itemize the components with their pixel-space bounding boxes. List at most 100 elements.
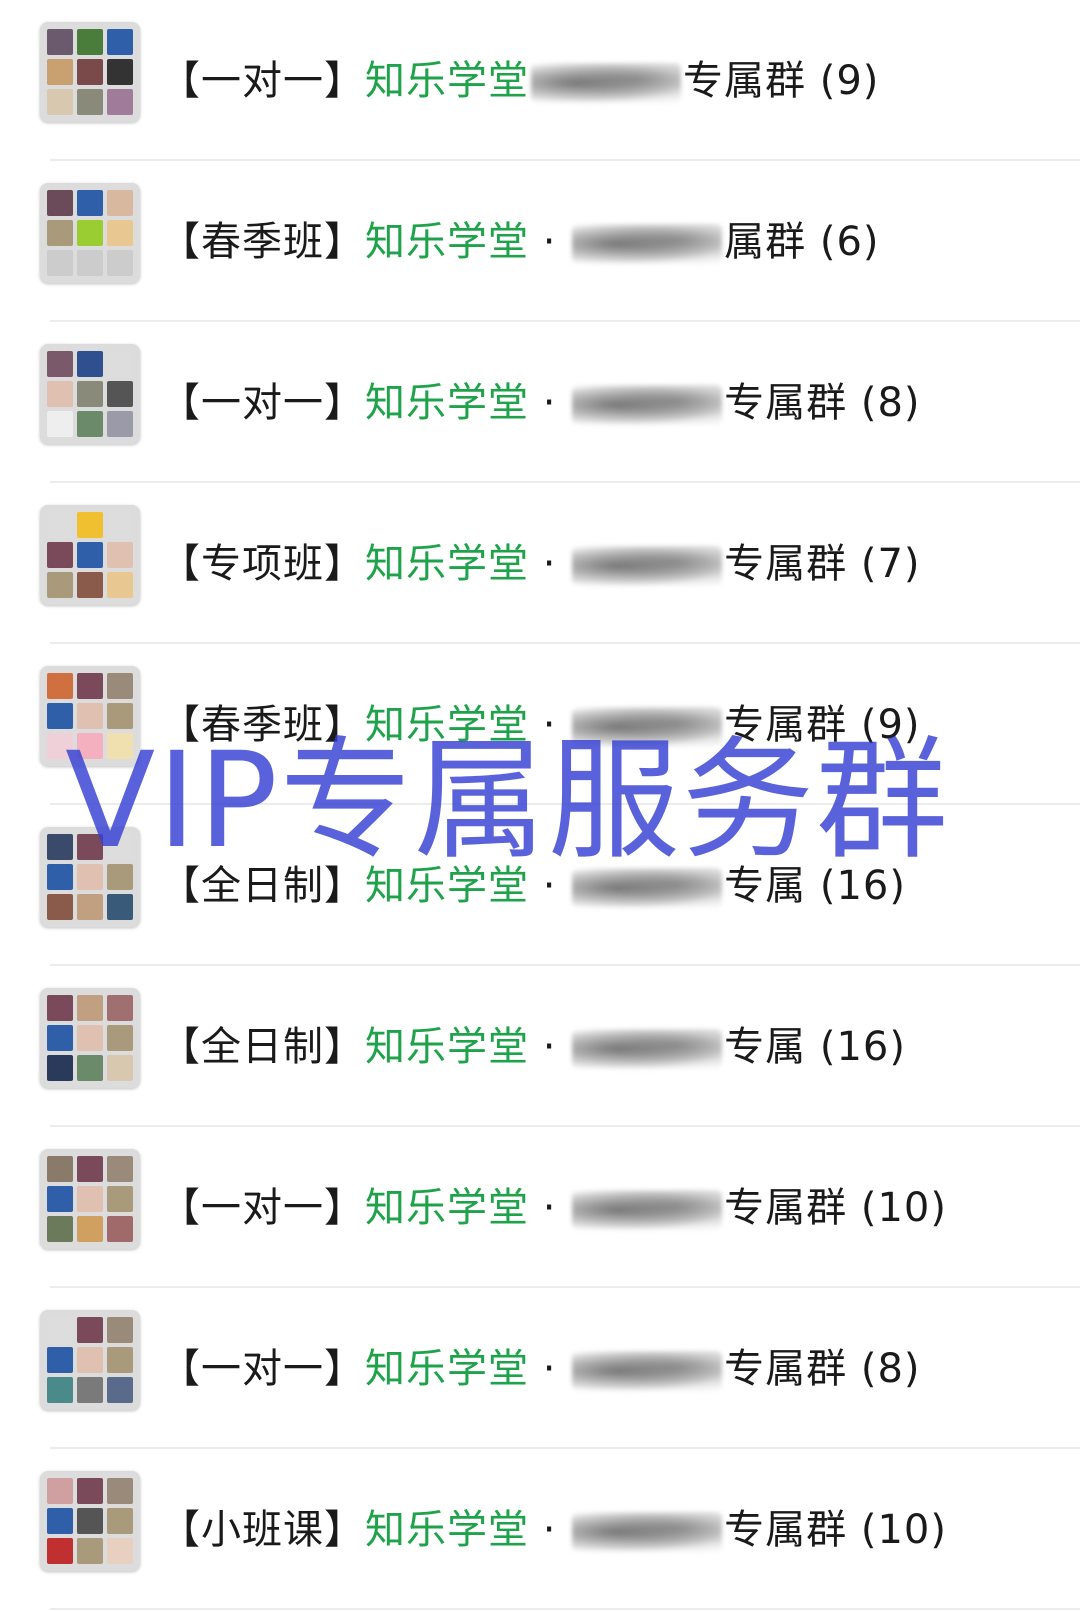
avatar-tile (77, 673, 103, 699)
list-item[interactable]: 【小班课】知乐学堂 · 专属群 (10) (0, 1449, 1080, 1610)
avatar-tile (47, 572, 73, 598)
member-count: (16) (819, 863, 906, 909)
avatar-tile (47, 1216, 73, 1242)
avatar-tile (47, 834, 73, 860)
avatar-tile (47, 1377, 73, 1403)
avatar-tile (77, 834, 103, 860)
member-count: (10) (860, 1185, 947, 1231)
group-suffix: 专属 (724, 863, 807, 909)
brand-name: 知乐学堂 (365, 380, 529, 426)
list-item[interactable]: 【专项班】知乐学堂 · 专属群 (7) (0, 483, 1080, 644)
list-item[interactable]: 【春季班】知乐学堂 · 属群 (6) (0, 161, 1080, 322)
group-suffix: 专属群 (683, 58, 806, 104)
avatar-tile (107, 894, 133, 920)
group-type-label: 【小班课】 (160, 1507, 365, 1553)
group-suffix: 专属群 (724, 1346, 848, 1392)
avatar-tile (107, 1186, 133, 1212)
member-count: (7) (860, 541, 921, 587)
group-avatar (40, 1310, 140, 1410)
group-avatar (40, 666, 140, 766)
member-count: (8) (860, 380, 921, 426)
avatar-tile (77, 1156, 103, 1182)
group-type-label: 【一对一】 (160, 58, 365, 104)
brand-name: 知乐学堂 (365, 1346, 529, 1392)
avatar-tile (107, 703, 133, 729)
avatar-tile (107, 59, 133, 85)
avatar-tile (77, 59, 103, 85)
group-suffix: 专属群 (724, 380, 848, 426)
group-type-label: 【一对一】 (160, 1346, 365, 1392)
avatar-tile (107, 351, 133, 377)
avatar-tile (47, 29, 73, 55)
group-avatar (40, 183, 140, 283)
name-separator: · (529, 702, 571, 748)
avatar-tile (77, 190, 103, 216)
list-item[interactable]: 【春季班】知乐学堂 · 专属群 (9) (0, 644, 1080, 805)
list-item[interactable]: 【全日制】知乐学堂 · 专属 (16) (0, 805, 1080, 966)
group-type-label: 【春季班】 (160, 702, 365, 748)
list-item[interactable]: 【全日制】知乐学堂 · 专属 (16) (0, 966, 1080, 1127)
avatar-tile (47, 411, 73, 437)
avatar-tile (77, 1216, 103, 1242)
avatar-tile (77, 894, 103, 920)
group-title: 【全日制】知乐学堂 · 专属 (16) (160, 853, 906, 911)
avatar-tile (77, 1478, 103, 1504)
avatar-tile (47, 512, 73, 538)
avatar-tile (107, 572, 133, 598)
avatar-tile (107, 542, 133, 568)
avatar-tile (77, 351, 103, 377)
avatar-tile (77, 733, 103, 759)
avatar-tile (47, 1508, 73, 1534)
avatar-tile (47, 250, 73, 276)
name-separator: · (529, 380, 571, 426)
avatar-tile (107, 995, 133, 1021)
group-title: 【一对一】知乐学堂 专属群 (9) (160, 48, 879, 106)
avatar-tile (77, 1055, 103, 1081)
group-suffix: 专属群 (724, 702, 848, 748)
list-item[interactable]: 【一对一】知乐学堂 · 专属群 (8) (0, 322, 1080, 483)
avatar-tile (107, 512, 133, 538)
avatar-tile (107, 1478, 133, 1504)
group-avatar (40, 827, 140, 927)
list-item[interactable]: 【一对一】知乐学堂 · 专属群 (10) (0, 1127, 1080, 1288)
group-title: 【一对一】知乐学堂 · 专属群 (10) (160, 1175, 947, 1233)
avatar-tile (77, 703, 103, 729)
avatar-tile (77, 1317, 103, 1343)
group-title: 【全日制】知乐学堂 · 专属 (16) (160, 1014, 906, 1072)
avatar-tile (107, 733, 133, 759)
avatar-tile (107, 89, 133, 115)
brand-name: 知乐学堂 (365, 1024, 529, 1070)
group-type-label: 【一对一】 (160, 380, 365, 426)
name-separator: · (529, 219, 571, 265)
group-type-label: 【一对一】 (160, 1185, 365, 1231)
avatar-tile (47, 1478, 73, 1504)
avatar-tile (47, 59, 73, 85)
group-suffix: 专属群 (724, 1507, 848, 1553)
avatar-tile (77, 1025, 103, 1051)
avatar-tile (77, 1186, 103, 1212)
avatar-tile (107, 1156, 133, 1182)
avatar-tile (107, 673, 133, 699)
avatar-tile (77, 542, 103, 568)
redacted-name (572, 1029, 723, 1069)
redacted-name (572, 868, 723, 908)
avatar-tile (47, 864, 73, 890)
divider (50, 1608, 1080, 1610)
avatar-tile (107, 411, 133, 437)
member-count: (10) (860, 1507, 947, 1553)
list-item[interactable]: 【一对一】知乐学堂 专属群 (9) (0, 0, 1080, 161)
group-avatar (40, 505, 140, 605)
group-type-label: 【春季班】 (160, 219, 365, 265)
group-suffix: 属群 (724, 219, 807, 265)
name-separator: · (529, 1024, 571, 1070)
brand-name: 知乐学堂 (365, 219, 529, 265)
group-chat-list: 【一对一】知乐学堂 专属群 (9) 【春季班】知乐学堂 · 属群 (6) 【一对一… (0, 0, 1080, 1610)
avatar-tile (107, 864, 133, 890)
avatar-tile (77, 995, 103, 1021)
avatar-tile (77, 381, 103, 407)
avatar-tile (47, 542, 73, 568)
group-avatar (40, 1149, 140, 1249)
avatar-tile (47, 1156, 73, 1182)
avatar-tile (47, 703, 73, 729)
list-item[interactable]: 【一对一】知乐学堂 · 专属群 (8) (0, 1288, 1080, 1449)
